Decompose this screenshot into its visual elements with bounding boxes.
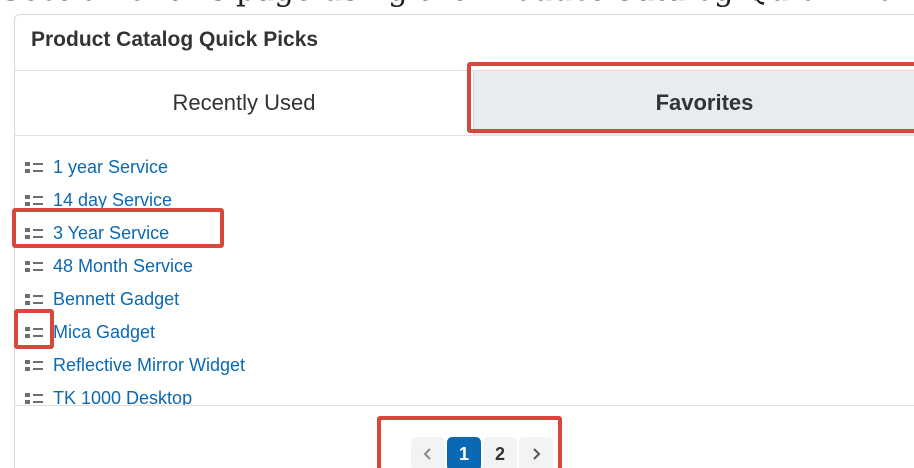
drag-handle-icon[interactable] xyxy=(25,260,43,273)
drag-handle-icon[interactable] xyxy=(25,161,43,174)
drag-handle-icon[interactable] xyxy=(25,293,43,306)
pagination: 1 2 xyxy=(396,432,568,468)
product-link[interactable]: 1 year Service xyxy=(53,157,168,178)
list-item[interactable]: Reflective Mirror Widget xyxy=(15,349,914,382)
product-catalog-quick-picks-dashlet: Product Catalog Quick Picks Recently Use… xyxy=(14,14,914,468)
drag-handle-icon[interactable] xyxy=(25,326,43,339)
page-1-button[interactable]: 1 xyxy=(447,437,481,468)
list-item[interactable]: Mica Gadget xyxy=(15,316,914,349)
pagination-bar: 1 2 xyxy=(15,405,914,468)
list-item[interactable]: 1 year Service xyxy=(15,151,914,184)
list-item[interactable]: 14 day Service xyxy=(15,184,914,217)
drag-handle-icon[interactable] xyxy=(25,194,43,207)
drag-handle-icon[interactable] xyxy=(25,359,43,372)
previous-page-button[interactable] xyxy=(411,437,445,468)
page: Section of this page using the Product C… xyxy=(0,0,914,468)
product-link[interactable]: Bennett Gadget xyxy=(53,289,179,310)
list-item[interactable]: 3 Year Service xyxy=(15,217,914,250)
product-link[interactable]: Mica Gadget xyxy=(53,322,155,343)
product-link[interactable]: 14 day Service xyxy=(53,190,172,211)
product-link[interactable]: Reflective Mirror Widget xyxy=(53,355,245,376)
list-item[interactable]: Bennett Gadget xyxy=(15,283,914,316)
drag-handle-icon[interactable] xyxy=(25,392,43,405)
product-link[interactable]: 3 Year Service xyxy=(53,223,169,244)
quick-picks-tabs: Recently Used Favorites xyxy=(15,70,914,136)
favorites-product-list: 1 year Service 14 day Service 3 Year Ser… xyxy=(15,151,914,415)
chevron-left-icon xyxy=(423,448,431,460)
tab-favorites[interactable]: Favorites xyxy=(473,71,914,135)
page-caption: Section of this page using the Product C… xyxy=(0,0,914,11)
tab-recently-used[interactable]: Recently Used xyxy=(15,71,473,135)
dashlet-title: Product Catalog Quick Picks xyxy=(31,28,319,51)
chevron-right-icon xyxy=(533,448,541,460)
drag-handle-icon[interactable] xyxy=(25,227,43,240)
list-item[interactable]: 48 Month Service xyxy=(15,250,914,283)
product-link[interactable]: 48 Month Service xyxy=(53,256,193,277)
page-2-button[interactable]: 2 xyxy=(483,437,517,468)
next-page-button[interactable] xyxy=(519,437,553,468)
